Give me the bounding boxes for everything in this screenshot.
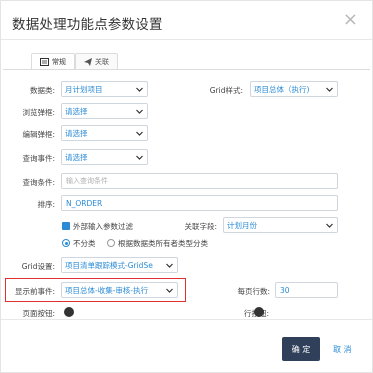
tab-related[interactable]: 关联	[75, 53, 118, 69]
pre-display-event-label: 显示前事件:	[14, 287, 55, 296]
grid-setting-label: Grid设置:	[21, 262, 55, 271]
data-type-value: 月计划项目	[65, 84, 103, 94]
no-classify-label: 不分类	[73, 239, 96, 248]
link-field-value: 计划月份	[227, 220, 257, 230]
external-filter-label: 外部输入参数过滤	[73, 222, 133, 231]
tab-general[interactable]: 常规	[31, 53, 75, 69]
query-condition-input[interactable]: 输入查询条件	[61, 173, 338, 189]
add-page-button-icon[interactable]	[64, 307, 74, 317]
sort-label: 排序:	[37, 200, 55, 209]
pre-display-event-value: 项目总体-收集-审核-执行	[65, 285, 149, 295]
browse-popup-label: 浏览弹框:	[22, 108, 55, 117]
pre-display-event-select[interactable]: 项目总体-收集-审核-执行	[61, 282, 178, 298]
classify-by-owner-label: 根据数据类所有者类型分类	[118, 239, 208, 248]
data-type-select[interactable]: 月计划项目	[61, 81, 148, 97]
add-row-button-icon[interactable]	[254, 307, 264, 317]
tab-general-label: 常规	[52, 57, 66, 66]
query-event-label: 查询事件:	[22, 154, 55, 163]
query-event-select[interactable]: 请选择	[61, 149, 148, 165]
tab-related-label: 关联	[95, 57, 109, 66]
classify-by-owner-radio[interactable]	[107, 239, 115, 247]
query-condition-placeholder: 输入查询条件	[66, 177, 108, 185]
send-icon	[84, 57, 92, 66]
edit-popup-value: 请选择	[65, 128, 88, 138]
chevron-down-icon	[166, 263, 173, 268]
rows-per-page-value: 30	[280, 285, 290, 295]
edit-popup-select[interactable]: 请选择	[61, 125, 148, 141]
footer-divider	[1, 319, 372, 320]
grid-style-label: Grid样式:	[209, 86, 243, 95]
no-classify-radio[interactable]	[62, 239, 70, 247]
grid-style-value: 项目总体（执行)	[254, 84, 310, 94]
tab-bar: 常规 关联	[31, 53, 118, 69]
list-icon	[40, 57, 49, 66]
grid-setting-value: 项目清单跟踪模式-GridSe	[65, 260, 153, 270]
chevron-down-icon	[136, 155, 143, 160]
grid-setting-select[interactable]: 项目清单跟踪模式-GridSe	[61, 257, 178, 273]
settings-dialog: 数据处理功能点参数设置 × 常规 关联 数据类: 月计划项目 Grid样式: 项…	[0, 0, 373, 373]
chevron-down-icon	[136, 87, 143, 92]
rows-per-page-input[interactable]: 30	[275, 282, 338, 298]
query-condition-label: 查询条件:	[22, 178, 55, 187]
browse-popup-value: 请选择	[65, 106, 88, 116]
chevron-down-icon	[136, 109, 143, 114]
chevron-down-icon	[136, 131, 143, 136]
edit-popup-label: 编辑弹框:	[22, 130, 55, 139]
link-field-label: 关联字段:	[184, 222, 217, 231]
title-divider	[1, 39, 372, 40]
data-type-label: 数据类:	[29, 86, 55, 95]
sort-value: N_ORDER	[66, 198, 103, 208]
query-event-value: 请选择	[65, 152, 88, 162]
sort-input[interactable]: N_ORDER	[61, 195, 338, 211]
ok-button[interactable]: 确 定	[282, 337, 320, 361]
tabs-divider	[3, 69, 370, 70]
dialog-title: 数据处理功能点参数设置	[12, 17, 163, 33]
browse-popup-select[interactable]: 请选择	[61, 103, 148, 119]
rows-per-page-label: 每页行数:	[237, 287, 270, 296]
chevron-down-icon	[326, 87, 333, 92]
close-icon[interactable]: ×	[343, 11, 358, 29]
chevron-down-icon	[166, 288, 173, 293]
cancel-button[interactable]: 取 消	[333, 337, 352, 361]
chevron-down-icon	[326, 223, 333, 228]
link-field-select[interactable]: 计划月份	[223, 217, 338, 233]
check-icon	[63, 230, 69, 236]
grid-style-select[interactable]: 项目总体（执行)	[250, 81, 338, 97]
page-button-label: 页面按钮:	[22, 309, 55, 318]
external-filter-checkbox[interactable]	[62, 222, 70, 236]
